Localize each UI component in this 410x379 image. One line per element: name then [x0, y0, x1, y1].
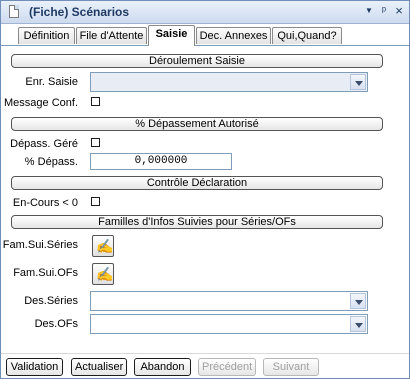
fam-sui-series-label: Fam.Sui.Séries — [2, 239, 78, 251]
footer-separator — [1, 353, 409, 354]
scenarios-window: (Fiche) Scénarios ▼ ᵖ × Définition File … — [0, 0, 410, 379]
tab-bar: Définition File d'Attente Saisie Dec. An… — [1, 25, 409, 46]
section-controle-declaration: Contrôle Déclaration — [11, 176, 383, 190]
des-ofs-combo[interactable] — [90, 314, 368, 334]
des-series-label: Des.Séries — [24, 295, 78, 307]
abandon-button[interactable]: Abandon — [134, 358, 191, 376]
fam-sui-series-edit-button[interactable]: ✍ — [92, 235, 114, 257]
enr-saisie-label: Enr. Saisie — [25, 76, 78, 88]
edit-hand-icon: ✍ — [96, 266, 114, 282]
chevron-down-icon[interactable] — [350, 74, 366, 90]
pct-depass-input[interactable]: 0,000000 — [90, 153, 232, 170]
message-conf-label: Message Conf. — [4, 97, 78, 109]
title-bar: (Fiche) Scénarios ▼ ᵖ × — [1, 1, 409, 24]
tab-definition[interactable]: Définition — [18, 27, 75, 44]
message-conf-checkbox[interactable] — [91, 97, 100, 106]
depass-gere-checkbox[interactable] — [91, 138, 100, 147]
validation-button[interactable]: Validation — [6, 358, 63, 376]
section-familles-infos: Familles d'Infos Suivies pour Séries/OFs — [11, 215, 383, 229]
chevron-down-icon[interactable] — [350, 316, 366, 332]
section-deroulement-saisie: Déroulement Saisie — [11, 54, 383, 68]
close-icon[interactable]: × — [393, 4, 405, 17]
document-icon — [9, 5, 19, 18]
enr-saisie-combo[interactable] — [90, 72, 368, 92]
edit-hand-icon: ✍ — [96, 238, 114, 254]
tab-qui-quand[interactable]: Qui,Quand? — [272, 27, 342, 44]
tab-file-attente[interactable]: File d'Attente — [76, 27, 147, 44]
actualiser-button[interactable]: Actualiser — [71, 358, 127, 376]
en-cours-label: En-Cours < 0 — [12, 197, 78, 209]
des-series-combo[interactable] — [90, 291, 368, 311]
fam-sui-ofs-edit-button[interactable]: ✍ — [92, 263, 114, 285]
en-cours-checkbox[interactable] — [91, 197, 100, 206]
pin-icon[interactable]: ᵖ — [378, 5, 390, 17]
tab-dec-annexes[interactable]: Dec. Annexes — [196, 27, 271, 44]
pct-depass-label: % Dépass. — [24, 156, 78, 168]
precedent-button[interactable]: Précédent — [198, 358, 256, 376]
window-menu-dropdown-icon[interactable]: ▼ — [363, 5, 375, 17]
tab-saisie[interactable]: Saisie — [148, 25, 195, 46]
des-ofs-label: Des.OFs — [34, 318, 78, 330]
chevron-down-icon[interactable] — [350, 293, 366, 309]
section-depassement-autorise: % Dépassement Autorisé — [11, 117, 383, 131]
window-title: (Fiche) Scénarios — [29, 5, 130, 19]
suivant-button[interactable]: Suivant — [263, 358, 319, 376]
depass-gere-label: Dépass. Géré — [10, 138, 78, 150]
fam-sui-ofs-label: Fam.Sui.OFs — [13, 267, 78, 279]
